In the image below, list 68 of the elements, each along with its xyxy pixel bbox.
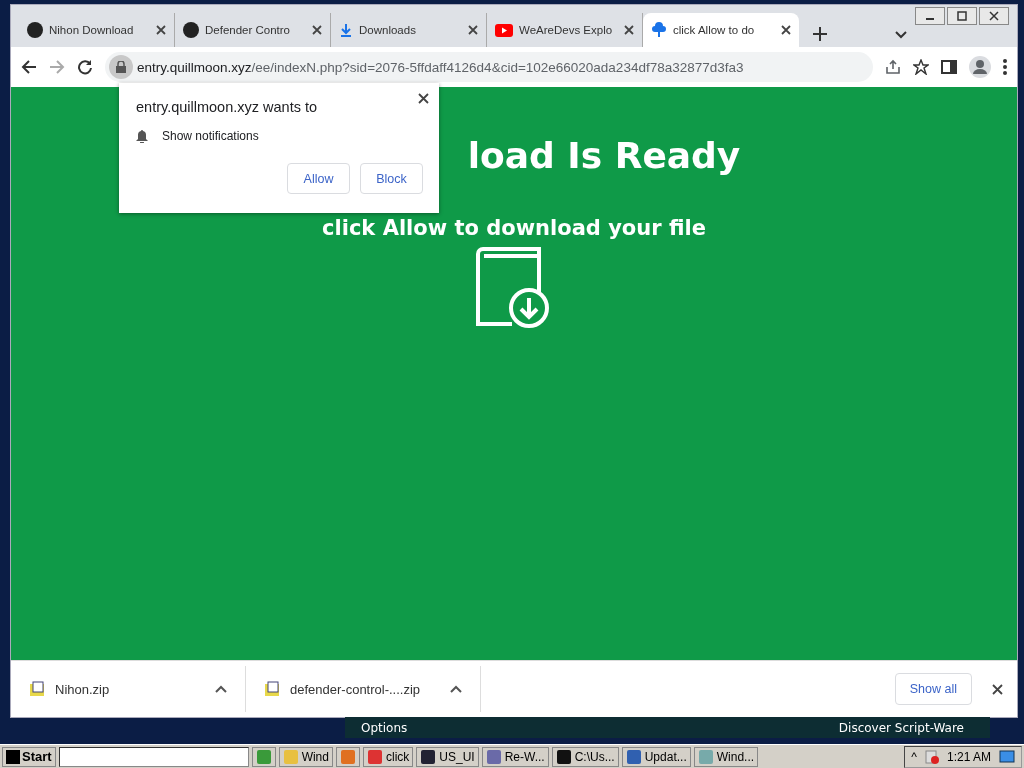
taskbar-item[interactable]: US_UI: [416, 746, 479, 767]
logo-icon: [183, 22, 199, 38]
close-icon[interactable]: [781, 25, 791, 35]
reload-icon[interactable]: [77, 59, 93, 75]
lock-icon: [116, 61, 126, 73]
start-button[interactable]: Start: [2, 746, 56, 767]
download-name[interactable]: Nihon.zip: [55, 681, 205, 697]
logo-icon: [27, 22, 43, 38]
popup-button[interactable]: Block: [360, 163, 423, 194]
side-panel-icon[interactable]: [941, 59, 957, 75]
taskbar-item[interactable]: click: [362, 746, 414, 767]
page-heading: load Is Ready: [467, 135, 741, 176]
app-icon: [485, 748, 502, 765]
app-icon: [282, 748, 299, 765]
taskbar-item[interactable]: Updat...: [621, 746, 691, 767]
app-icon: [366, 748, 383, 765]
menu-icon[interactable]: [1003, 59, 1007, 75]
close-window-button[interactable]: [979, 7, 1009, 25]
url-text: entry.quillmoon.xyz/ee/indexN.php?sid=2076-5ffdaff4126d4&cid=102e66020ada234df78a32877d3fa3: [137, 59, 744, 75]
restore-icon: [957, 11, 967, 21]
tray-arrow[interactable]: ^: [911, 749, 917, 764]
options-label[interactable]: Options: [361, 720, 408, 735]
permission-label: Show notifications: [162, 129, 259, 143]
restore-button[interactable]: [947, 7, 977, 25]
popup-title: entry.quillmoon.xyz wants to: [136, 99, 318, 115]
minimize-icon: [926, 18, 934, 20]
app-icon: [555, 748, 572, 765]
chevron-icon[interactable]: [895, 31, 907, 39]
taskbar-item[interactable]: Re-W...: [481, 746, 549, 767]
zip-file-icon: [29, 681, 45, 697]
close-icon[interactable]: [468, 25, 478, 35]
clock: 1:21 AM: [946, 749, 991, 764]
show-all-button[interactable]: Show all: [894, 673, 972, 705]
close-icon[interactable]: [312, 25, 322, 35]
close-icon[interactable]: [624, 25, 634, 35]
download-name[interactable]: defender-control-....zip: [290, 681, 440, 697]
app-icon: [625, 748, 642, 765]
cloud-icon: [651, 22, 667, 38]
app-icon: [697, 748, 714, 765]
close-icon: [989, 11, 999, 21]
profile-icon[interactable]: [969, 56, 991, 78]
taskbar-item[interactable]: Wind: [278, 746, 333, 767]
app-icon: [420, 748, 437, 765]
minimize-button[interactable]: [915, 7, 945, 25]
app-icon: [339, 748, 356, 765]
share-icon[interactable]: [885, 59, 901, 75]
play-icon: [495, 23, 513, 37]
back-icon[interactable]: [21, 59, 37, 75]
close-icon[interactable]: [156, 25, 166, 35]
page-subtitle: click Allow to download your file: [322, 216, 706, 240]
app-icon: [255, 748, 272, 765]
caret-icon[interactable]: [450, 685, 462, 693]
star-icon[interactable]: [913, 59, 929, 75]
network-icon[interactable]: [999, 749, 1015, 764]
taskbar-item[interactable]: Wind...: [693, 746, 759, 767]
bell-icon: [136, 129, 148, 143]
download-icon: [339, 23, 353, 37]
taskbar-item[interactable]: C:\Us...: [551, 746, 619, 767]
caret-icon[interactable]: [215, 685, 227, 693]
browser-tab[interactable]: click Allow to do: [643, 13, 799, 47]
address-field[interactable]: [58, 746, 249, 767]
address-bar[interactable]: entry.quillmoon.xyz/ee/indexN.php?sid=2076-5ffdaff4126d4&cid=102e66020ada234df78a32877d3fa3: [105, 52, 873, 82]
close-icon[interactable]: [992, 683, 1003, 695]
zip-file-icon: [264, 681, 280, 697]
close-icon[interactable]: [418, 93, 429, 104]
new-tab-icon[interactable]: [813, 27, 827, 41]
popup-button[interactable]: Allow: [287, 163, 350, 194]
promo-label: Discover Script-Ware: [838, 720, 964, 735]
